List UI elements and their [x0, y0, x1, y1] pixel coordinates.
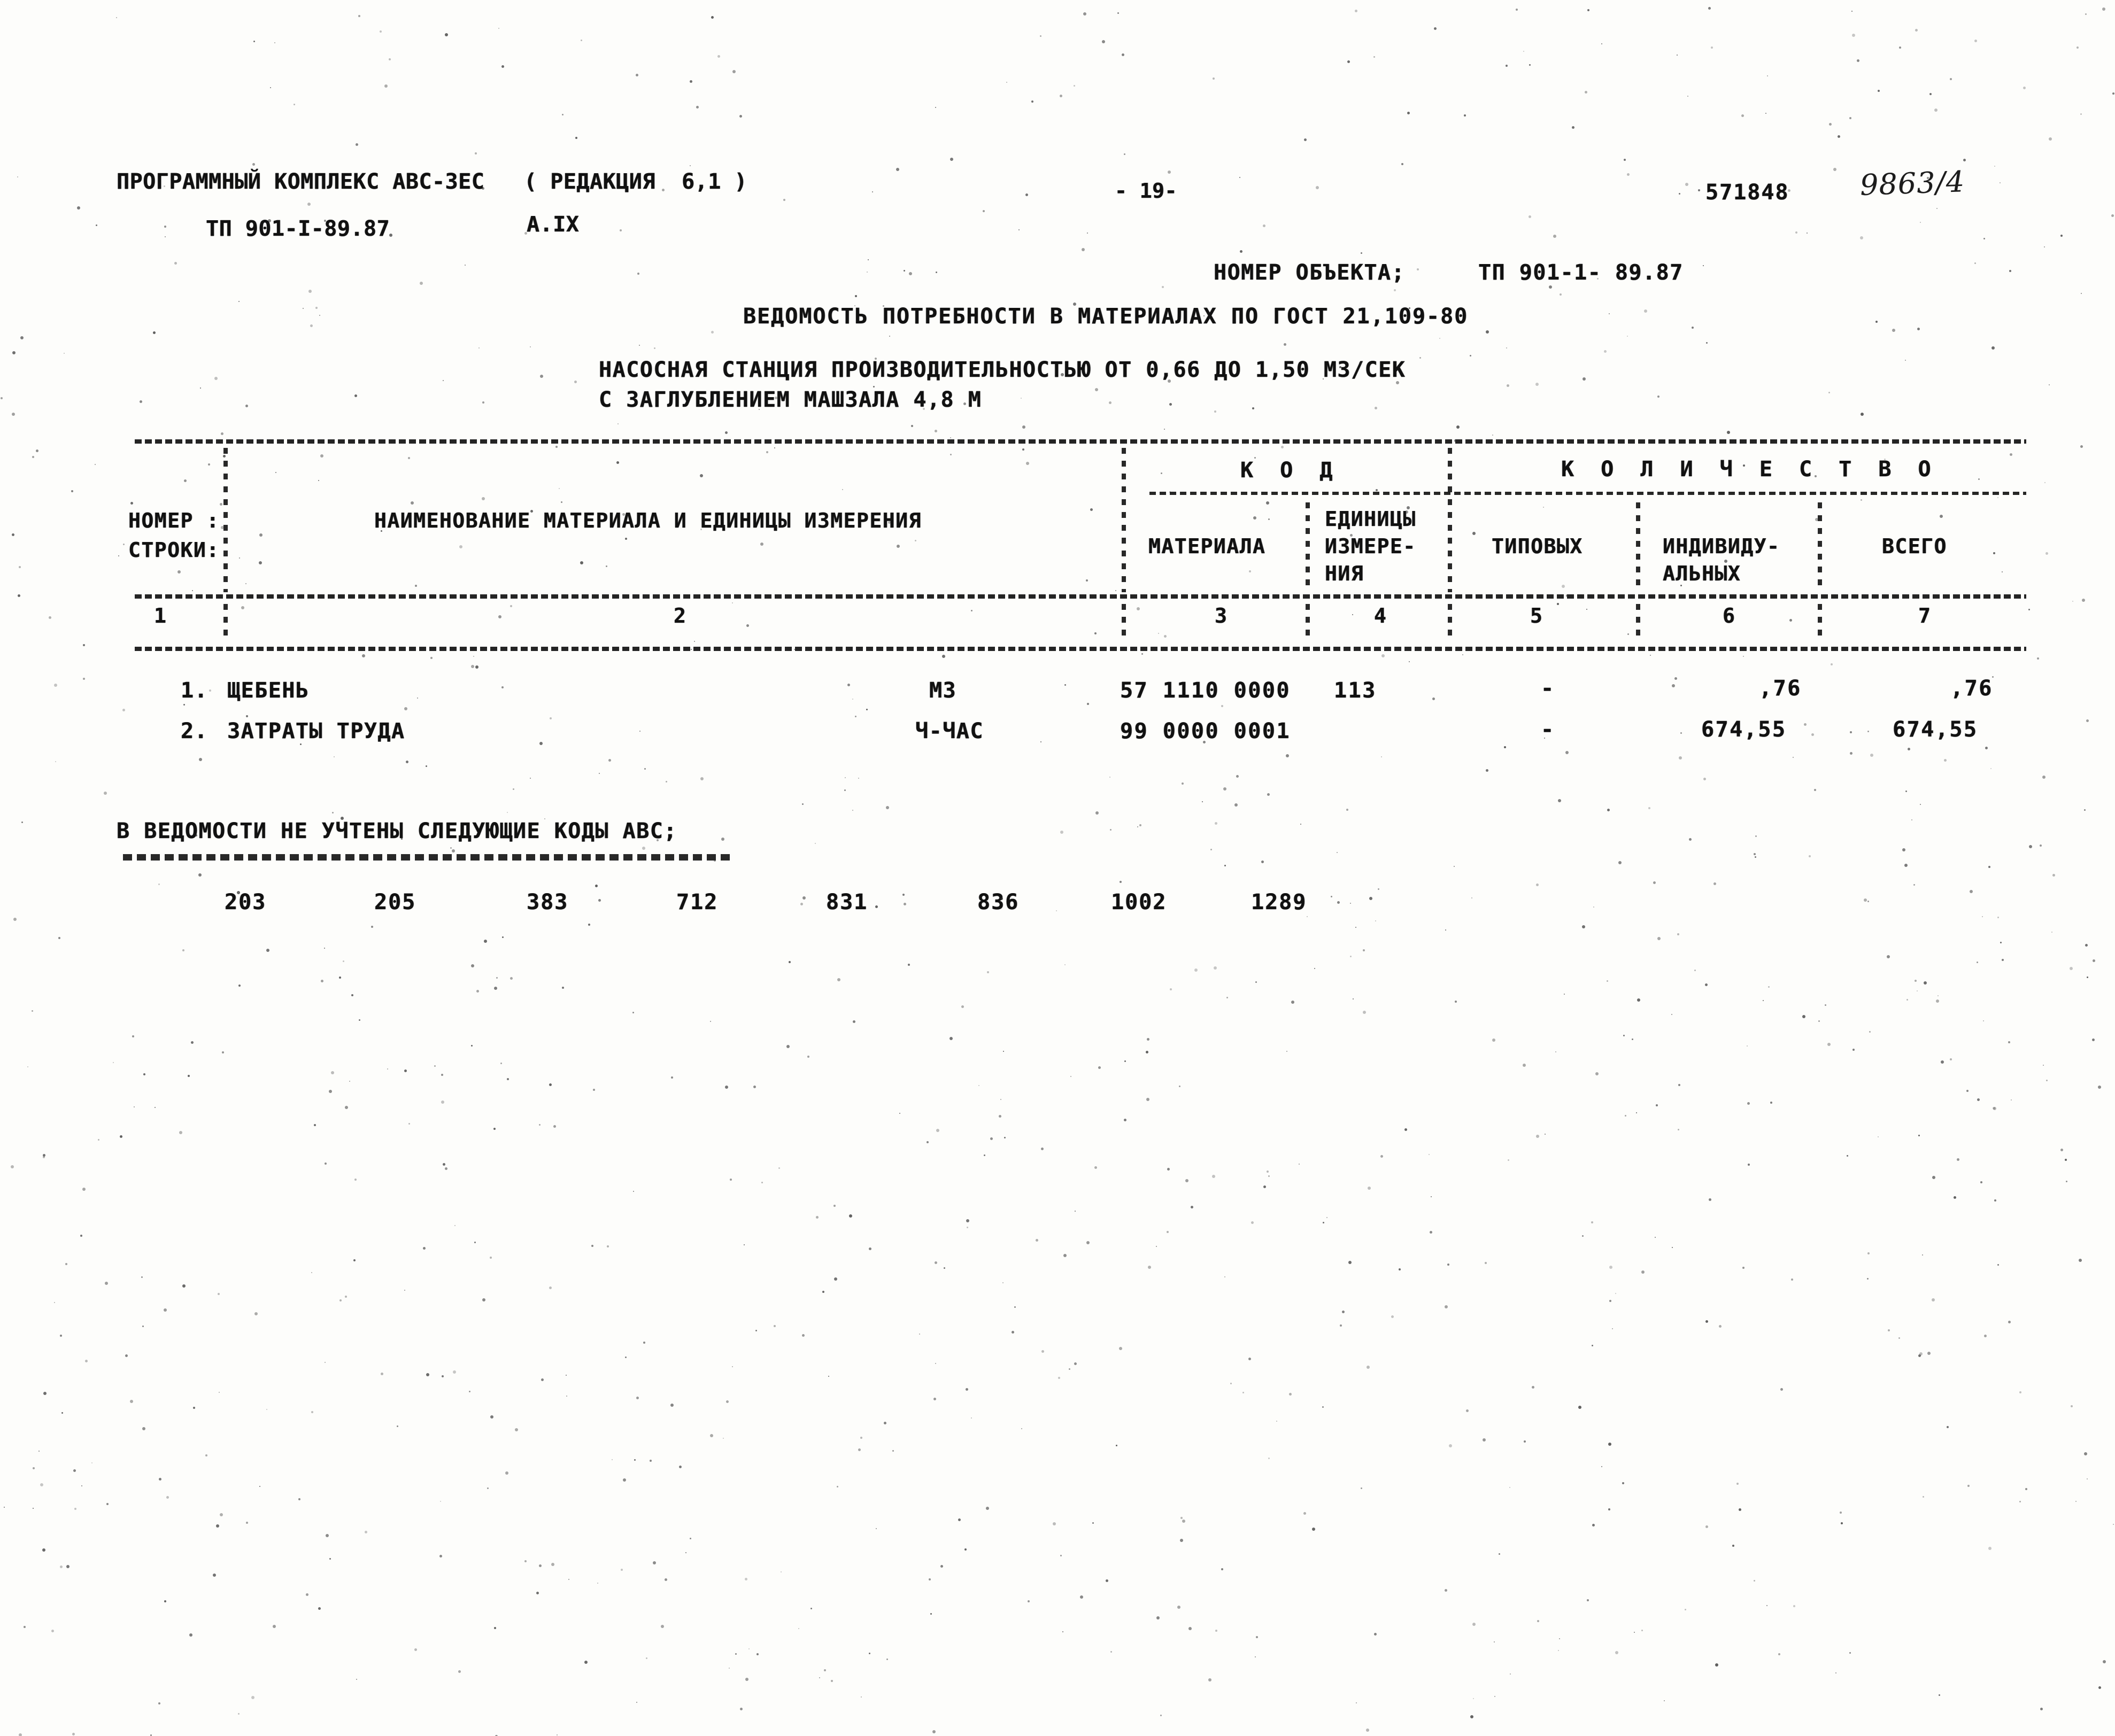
row-2-qty-total: 674,55	[1893, 717, 1978, 742]
colnum-separator-5	[1636, 604, 1640, 637]
column-separator-individual	[1818, 502, 1822, 592]
unaccounted-code-item: 836	[977, 890, 1020, 914]
row-2-material-name: ЗАТРАТЫ ТРУДА	[227, 719, 405, 743]
row-2-qty-typical: -	[1541, 717, 1555, 742]
column-header-qty-individual-line1: ИНДИВИДУ-	[1663, 534, 1780, 558]
column-header-code-material: МАТЕРИАЛА	[1148, 534, 1266, 558]
column-separator-rownum	[223, 448, 228, 592]
column-number-1: 1	[154, 604, 167, 627]
scanned-document-page: ПРОГРАММНЫЙ КОМПЛЕКС АВС-3ЕС ( РЕДАКЦИЯ …	[0, 0, 2115, 1736]
column-separator-name	[1122, 448, 1126, 592]
unaccounted-code-item: 205	[374, 890, 416, 914]
group-header-quantity: К О Л И Ч Е С Т В О	[1561, 457, 1938, 482]
sheet-number: 571848	[1705, 180, 1789, 205]
unaccounted-codes-separator	[123, 854, 732, 861]
colnum-separator-2	[1122, 604, 1126, 637]
document-title: ВЕДОМОСТЬ ПОТРЕБНОСТИ В МАТЕРИАЛАХ ПО ГО…	[743, 304, 1469, 329]
row-1-code-material: 57 1110 0000	[1120, 678, 1291, 703]
row-1-unit: М3	[929, 678, 957, 703]
colnum-separator-6	[1818, 604, 1822, 637]
row-1-qty-typical: -	[1541, 676, 1555, 701]
row-2-unit: Ч-ЧАС	[915, 719, 984, 743]
colnum-separator-1	[223, 604, 228, 637]
column-number-4: 4	[1374, 604, 1387, 627]
column-number-3: 3	[1215, 604, 1228, 627]
column-number-2: 2	[674, 604, 686, 627]
column-separator-material	[1306, 502, 1310, 592]
unaccounted-code-item: 203	[225, 890, 267, 914]
document-subtitle-line-1: НАСОСНАЯ СТАНЦИЯ ПРОИЗВОДИТЕЛЬНОСТЬЮ ОТ …	[599, 358, 1406, 382]
handwritten-archive-mark: 9863/4	[1859, 165, 1966, 202]
column-separator-typical	[1636, 502, 1640, 592]
row-2-qty-individual: 674,55	[1701, 717, 1787, 742]
document-subtitle-line-2: С ЗАГЛУБЛЕНИЕМ МАШЗАЛА 4,8 М	[599, 387, 982, 412]
project-code: ТП 901-I-89.87	[206, 216, 390, 241]
unaccounted-code-item: 383	[527, 890, 569, 914]
table-colnumber-bottom-rule	[135, 647, 2026, 651]
unaccounted-code-item: 712	[676, 890, 719, 914]
unaccounted-codes-title: В ВЕДОМОСТИ НЕ УЧТЕНЫ СЛЕДУЮЩИЕ КОДЫ АВС…	[117, 819, 677, 843]
row-1-qty-individual: ,76	[1759, 676, 1802, 701]
object-number-value: ТП 901-1- 89.87	[1478, 260, 1684, 285]
software-version-line: ПРОГРАММНЫЙ КОМПЛЕКС АВС-3ЕС ( РЕДАКЦИЯ …	[117, 169, 747, 194]
group-header-code: К О Д	[1240, 458, 1340, 483]
column-number-5: 5	[1530, 604, 1543, 627]
column-header-row-number-line2: СТРОКИ:	[128, 538, 220, 562]
unaccounted-code-item: 1289	[1251, 890, 1307, 914]
table-row: 2.	[181, 719, 209, 743]
row-2-code-material: 99 0000 0001	[1120, 719, 1291, 743]
unaccounted-code-item: 1002	[1111, 890, 1167, 914]
column-header-unit-line1: ЕДИНИЦЫ	[1325, 507, 1416, 531]
column-header-unit-line2: ИЗМЕРЕ-	[1325, 534, 1416, 558]
row-1-qty-total: ,76	[1950, 676, 1993, 701]
colnum-separator-4	[1448, 604, 1452, 637]
column-header-qty-individual-line2: АЛЬНЫХ	[1663, 562, 1741, 585]
table-row: 1.	[181, 678, 209, 703]
table-header-bottom-rule	[135, 594, 2026, 599]
column-header-unit-line3: НИЯ	[1325, 562, 1364, 585]
section-code: А.IX	[527, 212, 580, 237]
page-number: - 19-	[1115, 179, 1177, 203]
column-header-material-name: НАИМЕНОВАНИЕ МАТЕРИАЛА И ЕДИНИЦЫ ИЗМЕРЕН…	[374, 509, 922, 532]
column-header-row-number-line1: НОМЕР :	[128, 509, 220, 532]
row-1-code-unit: 113	[1334, 678, 1377, 703]
column-number-7: 7	[1918, 604, 1931, 627]
table-group-rule	[1149, 492, 2026, 495]
column-header-qty-typical: ТИПОВЫХ	[1492, 534, 1583, 558]
object-number-label: НОМЕР ОБЪЕКТА;	[1214, 260, 1406, 285]
column-number-6: 6	[1723, 604, 1735, 627]
unaccounted-code-item: 831	[826, 890, 868, 914]
scan-noise-overlay	[0, 0, 2115, 1736]
column-separator-code	[1448, 448, 1452, 592]
colnum-separator-3	[1306, 604, 1310, 637]
column-header-qty-total: ВСЕГО	[1882, 534, 1947, 558]
row-1-material-name: ЩЕБЕНЬ	[227, 678, 310, 703]
table-top-rule	[135, 439, 2026, 444]
